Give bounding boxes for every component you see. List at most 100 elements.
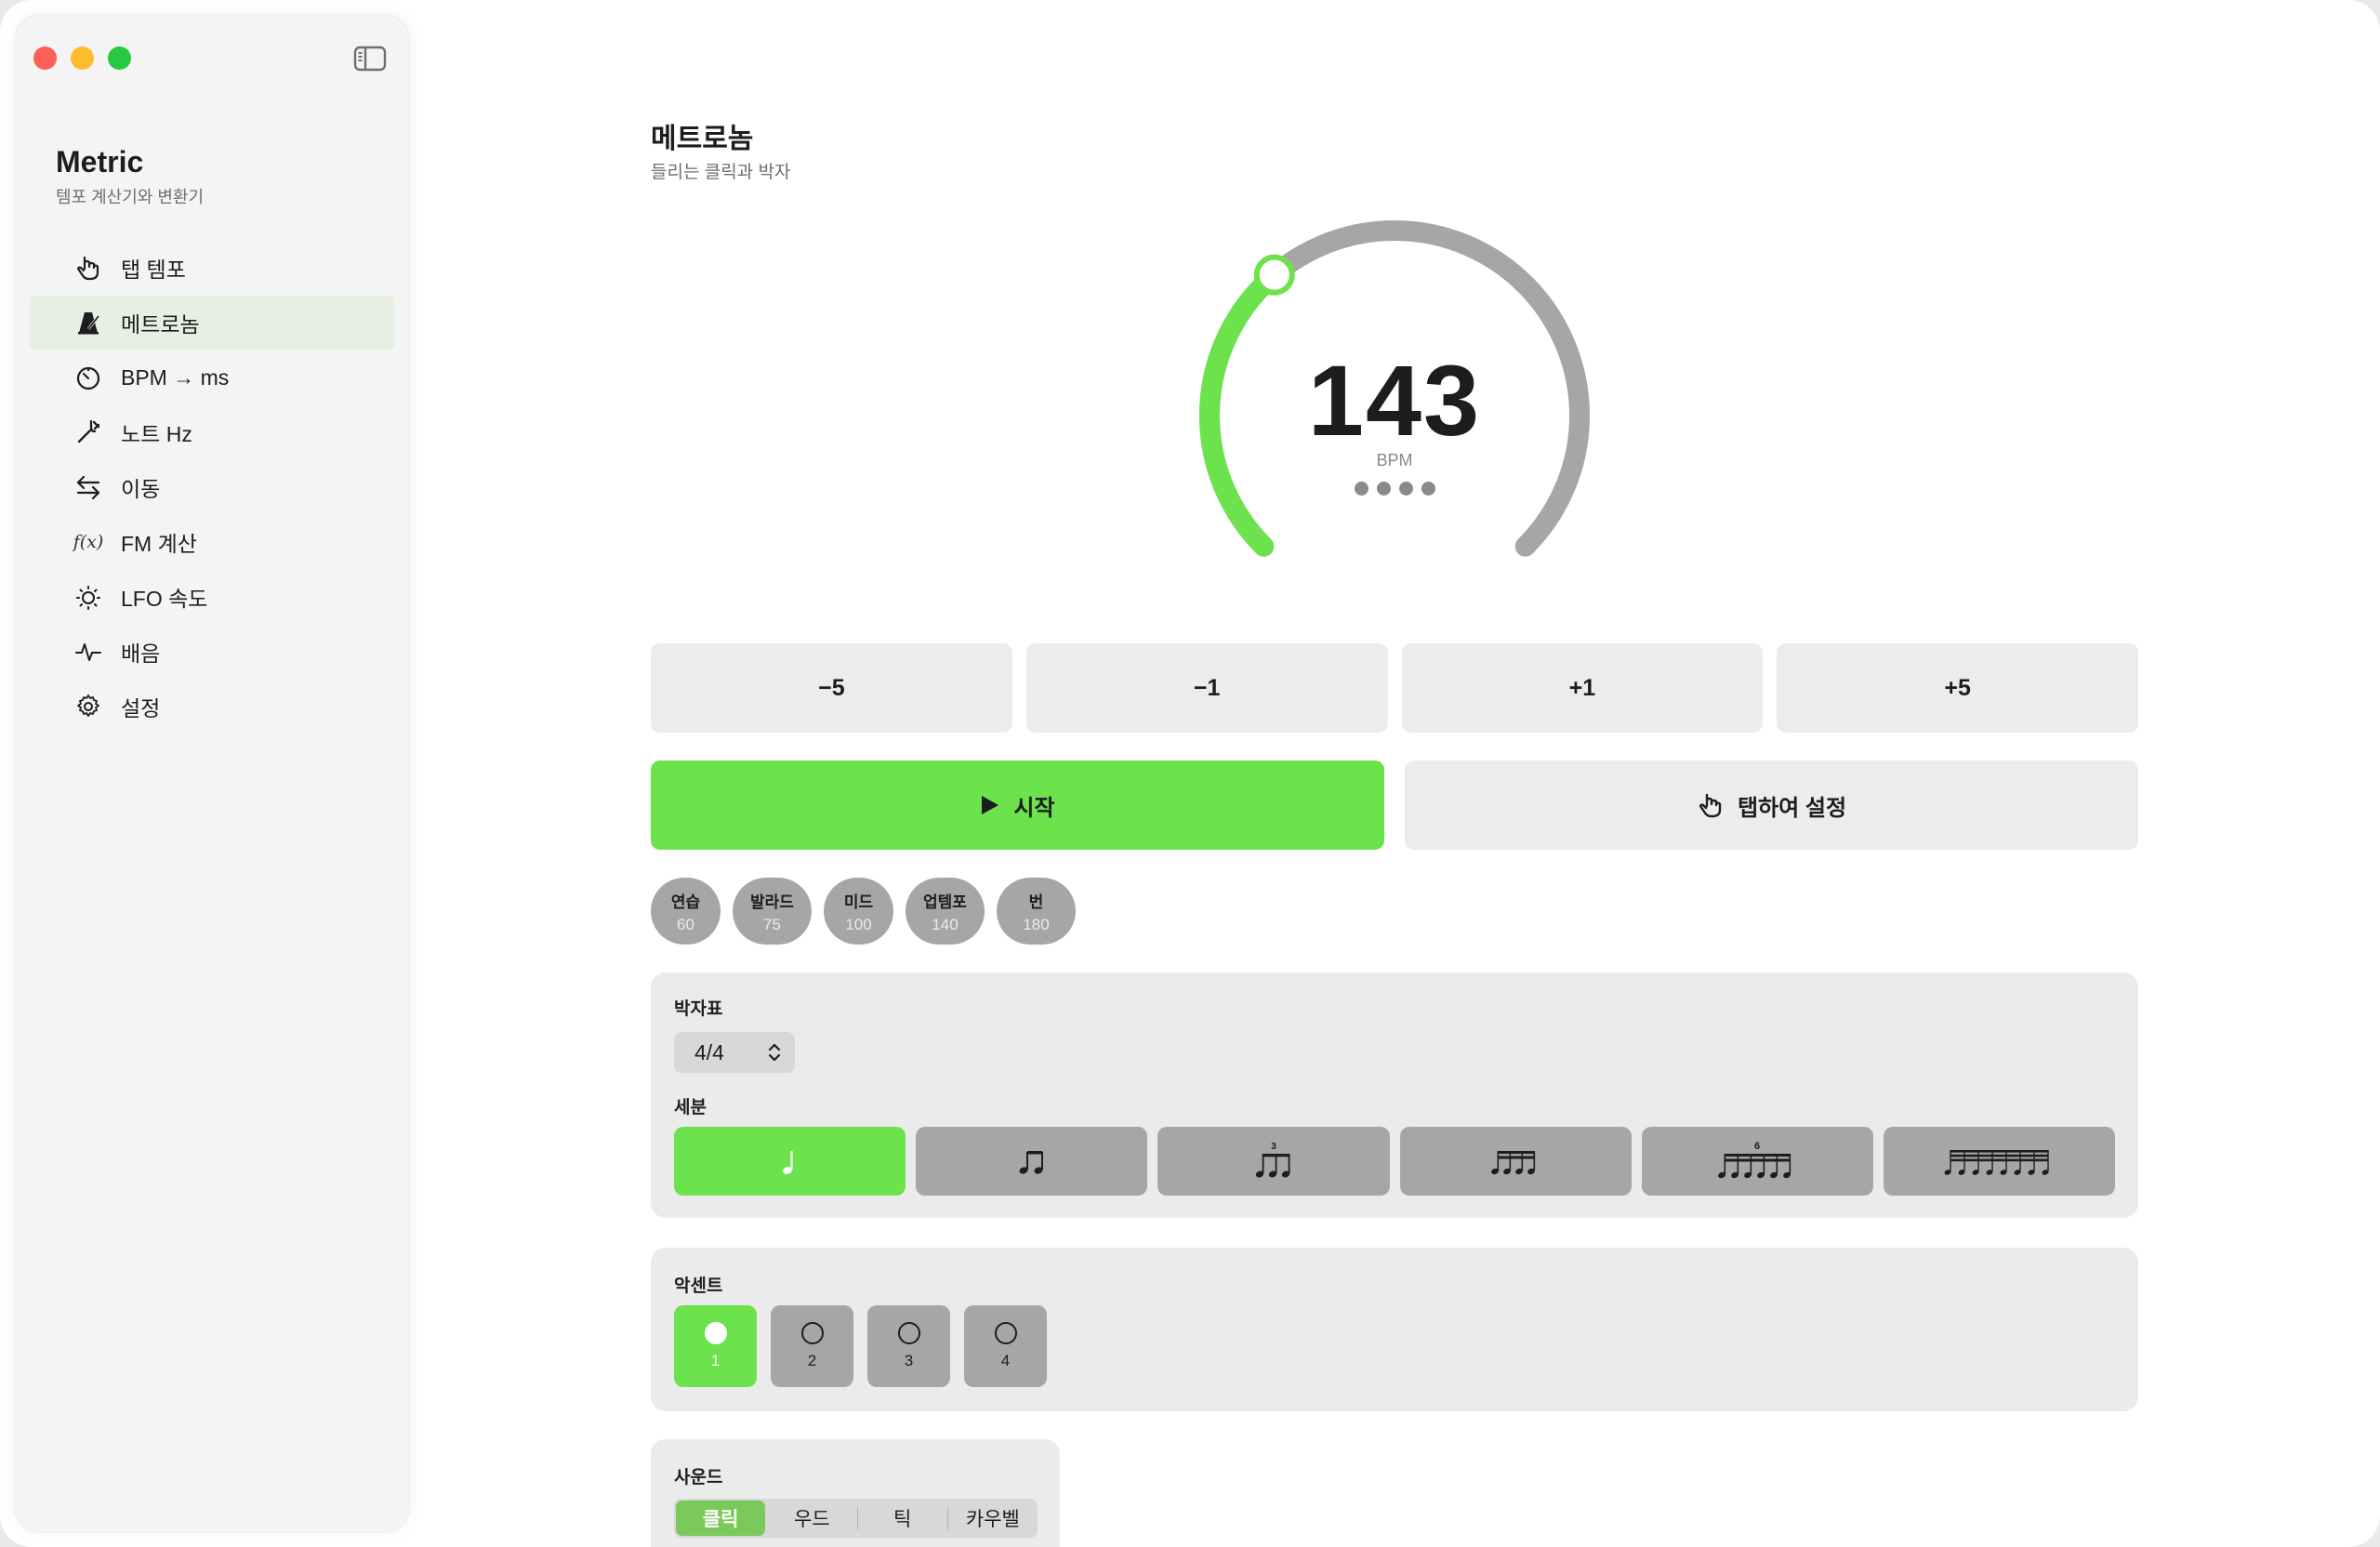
action-row: 시작 탭하여 설정 [651,760,2138,850]
sidebar-item-label: LFO 속도 [121,587,208,611]
page-title: 메트로놈 [651,124,754,154]
subdivision-thirty-second-button[interactable] [1883,1127,2116,1196]
preset-practice[interactable]: 연습 60 [651,878,721,945]
sidebar-item-lfo[interactable]: LFO 속도 [30,570,394,624]
svg-text:6: 6 [1754,1141,1760,1152]
play-icon [982,796,999,814]
accent-beat-button[interactable]: 4 [964,1305,1047,1387]
sidebar-item-label: FM 계산 [121,532,197,556]
tempo-dial-knob[interactable] [1253,254,1295,296]
preset-bpm: 140 [932,915,959,933]
preset-ballad[interactable]: 발라드 75 [733,878,812,945]
subdivision-quarter-button[interactable] [674,1127,906,1196]
preset-burn[interactable]: 번 180 [997,878,1076,945]
tempo-presets: 연습 60 발라드 75 미드 100 업템포 140 번 180 [651,878,1076,945]
quarter-note-icon [782,1151,793,1174]
sound-option-cowbell[interactable]: 카우벨 [948,1499,1038,1538]
sidebar-toggle-icon[interactable] [353,45,387,73]
plus-one-button[interactable]: +1 [1401,643,1764,733]
sidebar-item-harmonics[interactable]: 배음 [30,625,394,679]
sidebar-item-fm[interactable]: f(x) FM 계산 [30,515,394,569]
preset-bpm: 180 [1023,915,1050,933]
sidebar-item-label: 이동 [121,477,161,501]
tap-hand-icon [1699,793,1722,818]
app-name: Metric [56,145,144,178]
sidebar-item-metronome[interactable]: 메트로놈 [30,296,394,350]
meter-card: 박자표 4/4 세분 3 6 [651,972,2138,1218]
sidebar-item-label: 탭 템포 [121,258,186,282]
accent-circle-icon [994,1322,1017,1344]
preset-name: 연습 [670,892,701,911]
tempo-dial[interactable]: 143 BPM [1171,195,1618,586]
subdivision-triplet-button[interactable]: 3 [1157,1127,1390,1196]
time-signature-value: 4/4 [694,1039,724,1064]
sidebar-item-bpm-ms[interactable]: BPM → ms [30,350,394,404]
subdivision-selector: 3 6 [674,1127,2116,1196]
sidebar: Metric 템포 계산기와 변환기 탭 템포 메트로놈 BPM → ms 노트… [15,15,409,1532]
accent-card: 악센트 1 2 3 4 [651,1248,2138,1411]
accent-beat-number: 2 [807,1352,817,1369]
preset-name: 번 [1028,892,1044,911]
sidebar-item-tap-tempo[interactable]: 탭 템포 [30,241,394,295]
accent-circle-icon [800,1322,824,1344]
sun-dial-icon [74,583,102,611]
minus-one-button[interactable]: −1 [1025,643,1388,733]
sidebar-item-label: BPM → ms [121,364,230,390]
sidebar-item-settings[interactable]: 설정 [30,680,394,734]
accent-beat-number: 3 [904,1352,914,1369]
accent-beat-button[interactable]: 3 [867,1305,950,1387]
accent-beat-number: 1 [710,1352,721,1369]
window-minimize-button[interactable] [71,46,94,70]
sidebar-item-note-hz[interactable]: 노트 Hz [30,405,394,459]
window-zoom-button[interactable] [108,46,131,70]
sidebar-item-label: 노트 Hz [121,422,192,446]
timer-icon [74,364,102,391]
triplet-icon: 3 [1255,1142,1290,1178]
sidebar-nav: 탭 템포 메트로놈 BPM → ms 노트 Hz 이동 f(x) FM 계산 L… [30,241,394,734]
sextuplet-icon: 6 [1718,1141,1792,1179]
beat-indicator [1171,482,1618,496]
app-window: Metric 템포 계산기와 변환기 탭 템포 메트로놈 BPM → ms 노트… [0,0,2380,1547]
sidebar-item-label: 메트로놈 [121,312,200,337]
sound-option-tick[interactable]: 틱 [858,1499,947,1538]
preset-name: 업템포 [923,892,967,911]
bpm-step-buttons: −5 −1 +1 +5 [651,643,2138,733]
eighth-notes-icon [1019,1151,1043,1174]
waveform-icon [74,638,102,666]
start-button-label: 시작 [1013,795,1055,821]
accent-beat-button[interactable]: 2 [771,1305,853,1387]
sound-label: 사운드 [674,1468,723,1488]
sound-option-wood[interactable]: 우드 [767,1499,856,1538]
bpm-unit-label: BPM [1376,451,1413,469]
time-signature-select[interactable]: 4/4 [674,1032,795,1073]
preset-name: 발라드 [750,892,794,911]
gear-icon [74,693,102,721]
window-close-button[interactable] [33,46,57,70]
preset-uptempo[interactable]: 업템포 140 [906,878,985,945]
accent-beat-button[interactable]: 1 [674,1305,757,1387]
sound-option-click[interactable]: 클릭 [676,1501,766,1536]
subdivision-eighth-button[interactable] [916,1127,1148,1196]
sound-segmented-control: 클릭 우드 틱 카우벨 [674,1499,1038,1538]
time-signature-label: 박자표 [674,999,723,1019]
subdivision-sextuplet-button[interactable]: 6 [1641,1127,1873,1196]
preset-mid[interactable]: 미드 100 [824,878,893,945]
plus-five-button[interactable]: +5 [1777,643,2138,733]
subdivision-sixteenth-button[interactable] [1399,1127,1632,1196]
svg-text:3: 3 [1271,1142,1276,1152]
accent-circle-icon [897,1322,920,1344]
sidebar-item-label: 설정 [121,696,161,721]
beat-dot [1421,482,1435,496]
preset-name: 미드 [843,892,874,911]
beat-dot [1398,482,1413,496]
sidebar-item-transpose[interactable]: 이동 [30,460,394,514]
sixteenth-notes-icon [1491,1151,1536,1175]
tap-to-set-button[interactable]: 탭하여 설정 [1405,760,2138,850]
arrows-swap-icon [74,473,102,501]
start-button[interactable]: 시작 [651,760,1384,850]
tap-hand-icon [74,254,102,282]
accent-circle-icon [704,1322,727,1344]
minus-five-button[interactable]: −5 [651,643,1012,733]
chevron-up-down-icon [768,1043,781,1062]
accent-label: 악센트 [674,1276,723,1296]
